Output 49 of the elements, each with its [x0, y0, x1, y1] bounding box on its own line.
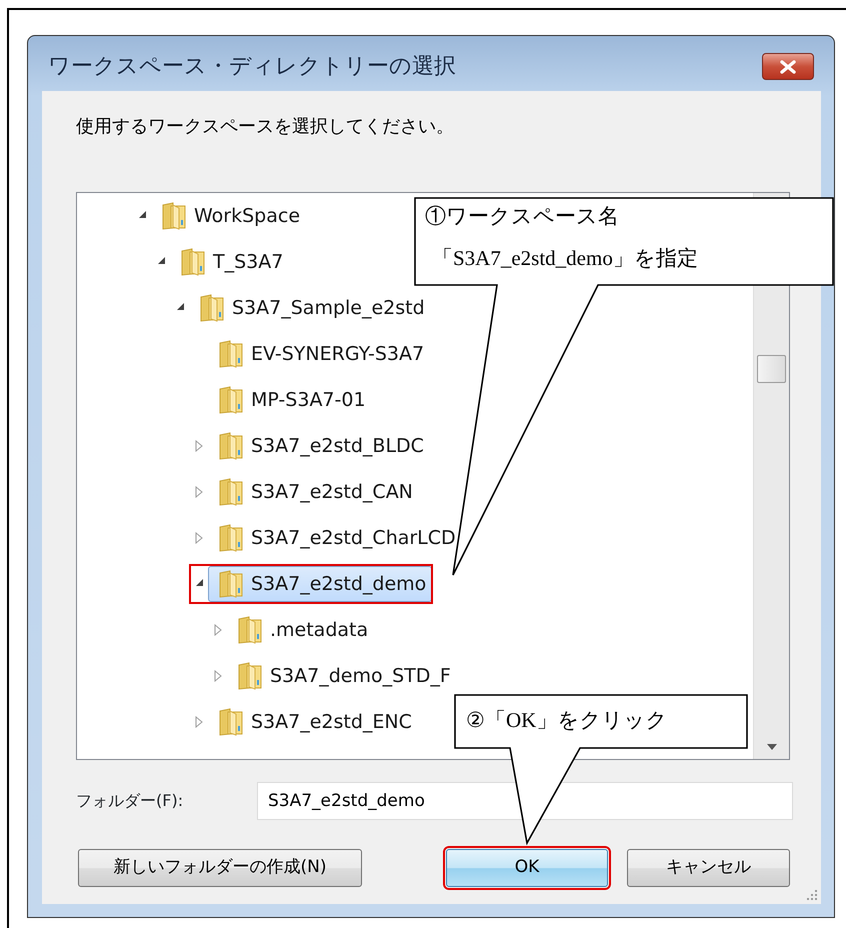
folder-icon — [199, 294, 225, 322]
folder-icon — [237, 662, 263, 690]
folder-icon — [218, 524, 244, 552]
tree-item[interactable]: S3A7_e2std_CAN — [208, 474, 419, 510]
dialog-button[interactable]: 新しいフォルダーの作成(N) — [78, 849, 362, 887]
folder-field[interactable]: S3A7_e2std_demo — [257, 782, 793, 820]
callout-text: 「S3A7_e2std_demo」を指定 — [432, 248, 698, 269]
folder-icon — [218, 478, 244, 506]
tree-item[interactable]: S3A7_demo_STD_F — [227, 658, 457, 694]
dialog-button[interactable]: キャンセル — [627, 849, 790, 887]
folder-icon — [218, 570, 244, 598]
folder-icon — [218, 432, 244, 460]
tree-item[interactable]: S3A7_e2std_demo — [208, 566, 432, 602]
folder-icon — [161, 202, 187, 230]
expanded-arrow-icon[interactable] — [156, 256, 166, 265]
folder-icon — [180, 248, 206, 276]
collapsed-arrow-icon[interactable] — [195, 532, 203, 544]
tree-item[interactable]: S3A7_e2std_ENC — [208, 704, 418, 740]
tree-item[interactable]: MP-S3A7-01 — [208, 382, 372, 418]
window-title: ワークスペース・ディレクトリーの選択 — [48, 53, 456, 81]
collapsed-arrow-icon[interactable] — [195, 440, 203, 452]
tree-item[interactable]: S3A7_e2std_BLDC — [208, 428, 430, 464]
tree-item[interactable]: .metadata — [227, 612, 374, 648]
collapsed-arrow-icon[interactable] — [195, 716, 203, 728]
resize-grip-icon[interactable] — [806, 889, 818, 901]
close-button[interactable] — [762, 53, 814, 80]
collapsed-arrow-icon[interactable] — [195, 486, 203, 498]
dialog-button[interactable]: OK — [446, 849, 608, 887]
close-icon — [779, 60, 797, 74]
scroll-down-icon[interactable] — [766, 744, 776, 750]
tree-item[interactable]: S3A7_e2std_CharLCD — [208, 520, 462, 556]
instruction-text: 使用するワークスペースを選択してください。 — [76, 115, 455, 139]
field-label: フォルダー(F): — [76, 790, 184, 812]
tree-item[interactable]: S3A7_Sample_e2std — [189, 290, 431, 326]
tree-item[interactable]: WorkSpace — [151, 198, 306, 234]
expanded-arrow-icon[interactable] — [138, 210, 146, 219]
folder-icon — [218, 386, 244, 414]
folder-icon — [218, 708, 244, 736]
expanded-arrow-icon[interactable] — [194, 578, 204, 587]
callout-text: ②「OK」をクリック — [466, 710, 668, 731]
callout-text: ①ワークスペース名 — [425, 206, 619, 227]
tree-item[interactable]: T_S3A7 — [170, 244, 290, 280]
tree-item[interactable]: EV-SYNERGY-S3A7 — [208, 336, 430, 372]
folder-icon — [237, 616, 263, 644]
collapsed-arrow-icon[interactable] — [214, 624, 222, 636]
folder-icon — [218, 340, 244, 368]
collapsed-arrow-icon[interactable] — [214, 670, 222, 682]
scroll-thumb[interactable] — [757, 355, 786, 383]
expanded-arrow-icon[interactable] — [176, 302, 184, 311]
